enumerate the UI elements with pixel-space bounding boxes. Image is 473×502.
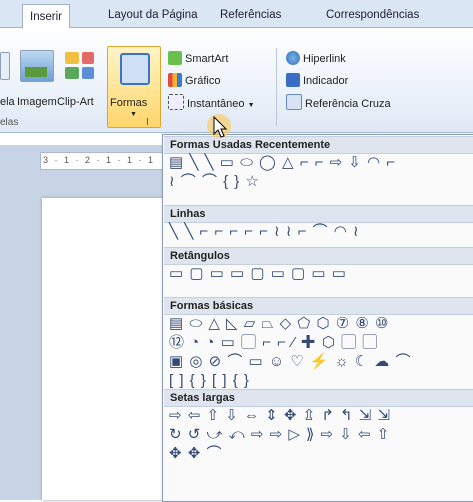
section-header-setas-largas: Setas largas: [164, 389, 473, 407]
bookmark-icon: [286, 73, 300, 87]
cross-reference-icon: [286, 94, 302, 110]
tab-referencias[interactable]: Referências: [220, 3, 281, 27]
shape-row-setas-3[interactable]: ✥ ✥ ⌒: [169, 445, 222, 462]
formas-label: Formas: [110, 97, 148, 109]
shapes-gallery-dropdown[interactable]: Formas Usadas Recentemente ▤ ╲ ╲ ▭ ⬭ ◯ △…: [162, 134, 473, 502]
shape-row-basicas-2[interactable]: ⑫ ◔ ◔ ▭ ▢ ⌐ ⌐ ⁄ ✚ ⬡ ▢ ▢: [169, 334, 378, 351]
chevron-down-icon: ▼: [130, 111, 137, 118]
grafico-button[interactable]: Gráfico: [168, 72, 220, 90]
instantaneo-button[interactable]: Instantâneo ▼: [168, 94, 255, 112]
hiperlink-button[interactable]: Hiperlink: [286, 50, 346, 68]
referencia-cruzada-button[interactable]: Referência Cruza: [286, 94, 391, 112]
clipart-icon: [65, 52, 79, 64]
formas-button[interactable]: Formas ▼: [107, 46, 161, 128]
shape-row-setas-2[interactable]: ↻ ↺ ⤻ ⤺ ⇨ ⇨ ▷ ⟫ ⇨ ⇩ ⇦ ⇧: [169, 426, 390, 443]
globe-link-icon: [286, 51, 300, 65]
tabela-label: ela: [0, 96, 15, 108]
chart-icon: [168, 73, 182, 87]
shape-row-basicas-4[interactable]: [ ] { } [ ] { }: [169, 372, 250, 389]
group-label-ilustracoes: I: [146, 117, 149, 128]
hiperlink-label: Hiperlink: [303, 53, 346, 65]
shape-row-recent-2[interactable]: ≀ ⌒ ⌒ { } ☆: [169, 173, 260, 190]
shape-row-recent-1[interactable]: ▤ ╲ ╲ ▭ ⬭ ◯ △ ⌐ ⌐ ⇨ ⇩ ◠ ⌐: [169, 154, 396, 171]
screenshot-icon: [168, 94, 184, 110]
chevron-down-icon: ▼: [247, 102, 255, 109]
shape-row-basicas-1[interactable]: ▤ ⬭ △ ◺ ▱ ⏢ ◇ ⬠ ⬡ ⑦ ⑧ ⑩: [169, 315, 389, 332]
group-divider: [276, 48, 277, 126]
indicador-label: Indicador: [303, 75, 349, 87]
section-header-retangulos: Retângulos: [164, 247, 473, 265]
tab-layout-da-pagina[interactable]: Layout da Página: [108, 3, 198, 27]
smartart-label: SmartArt: [185, 53, 229, 65]
smartart-button[interactable]: SmartArt: [168, 50, 228, 68]
table-icon[interactable]: [0, 52, 10, 80]
tab-inserir[interactable]: Inserir: [22, 4, 70, 28]
clipart-label: Clip-Art: [57, 96, 94, 108]
indicador-button[interactable]: Indicador: [286, 72, 348, 90]
group-label-tabelas: elas: [0, 117, 19, 128]
section-header-formas-basicas: Formas básicas: [164, 297, 473, 315]
shape-row-basicas-3[interactable]: ▣ ◎ ⊘ ⌒ ▭ ☺ ♡ ⚡ ☼ ☾ ☁ ⌒: [169, 353, 411, 370]
picture-icon: [20, 50, 54, 82]
instantaneo-label: Instantâneo: [187, 98, 245, 110]
referencia-cruzada-label: Referência Cruza: [305, 98, 391, 110]
mouse-pointer-icon: [205, 112, 233, 140]
ribbon-tab-bar: Inserir Layout da Página Referências Cor…: [0, 0, 473, 28]
tab-correspondencias[interactable]: Correspondências: [326, 3, 419, 27]
imagem-label: Imagem: [17, 96, 57, 108]
shape-row-linhas[interactable]: ╲ ╲ ⌐ ⌐ ⌐ ⌐ ⌐ ≀ ≀ ⌐ ⌒ ◠ ≀: [169, 223, 360, 240]
shape-row-retangulos[interactable]: ▭ ▢ ▭ ▭ ▢ ▭ ▢ ▭ ▭: [169, 265, 347, 282]
section-header-linhas: Linhas: [164, 205, 473, 223]
shape-row-setas-1[interactable]: ⇨ ⇦ ⇧ ⇩ ⇔ ⇕ ✥ ⇫ ↱ ↰ ⇲ ⇲: [169, 407, 391, 424]
shapes-icon: [120, 53, 150, 85]
grafico-label: Gráfico: [185, 75, 221, 87]
smartart-icon: [168, 51, 182, 65]
ribbon: ela Imagem Clip-Art Formas ▼ SmartArt Gr…: [0, 28, 473, 133]
